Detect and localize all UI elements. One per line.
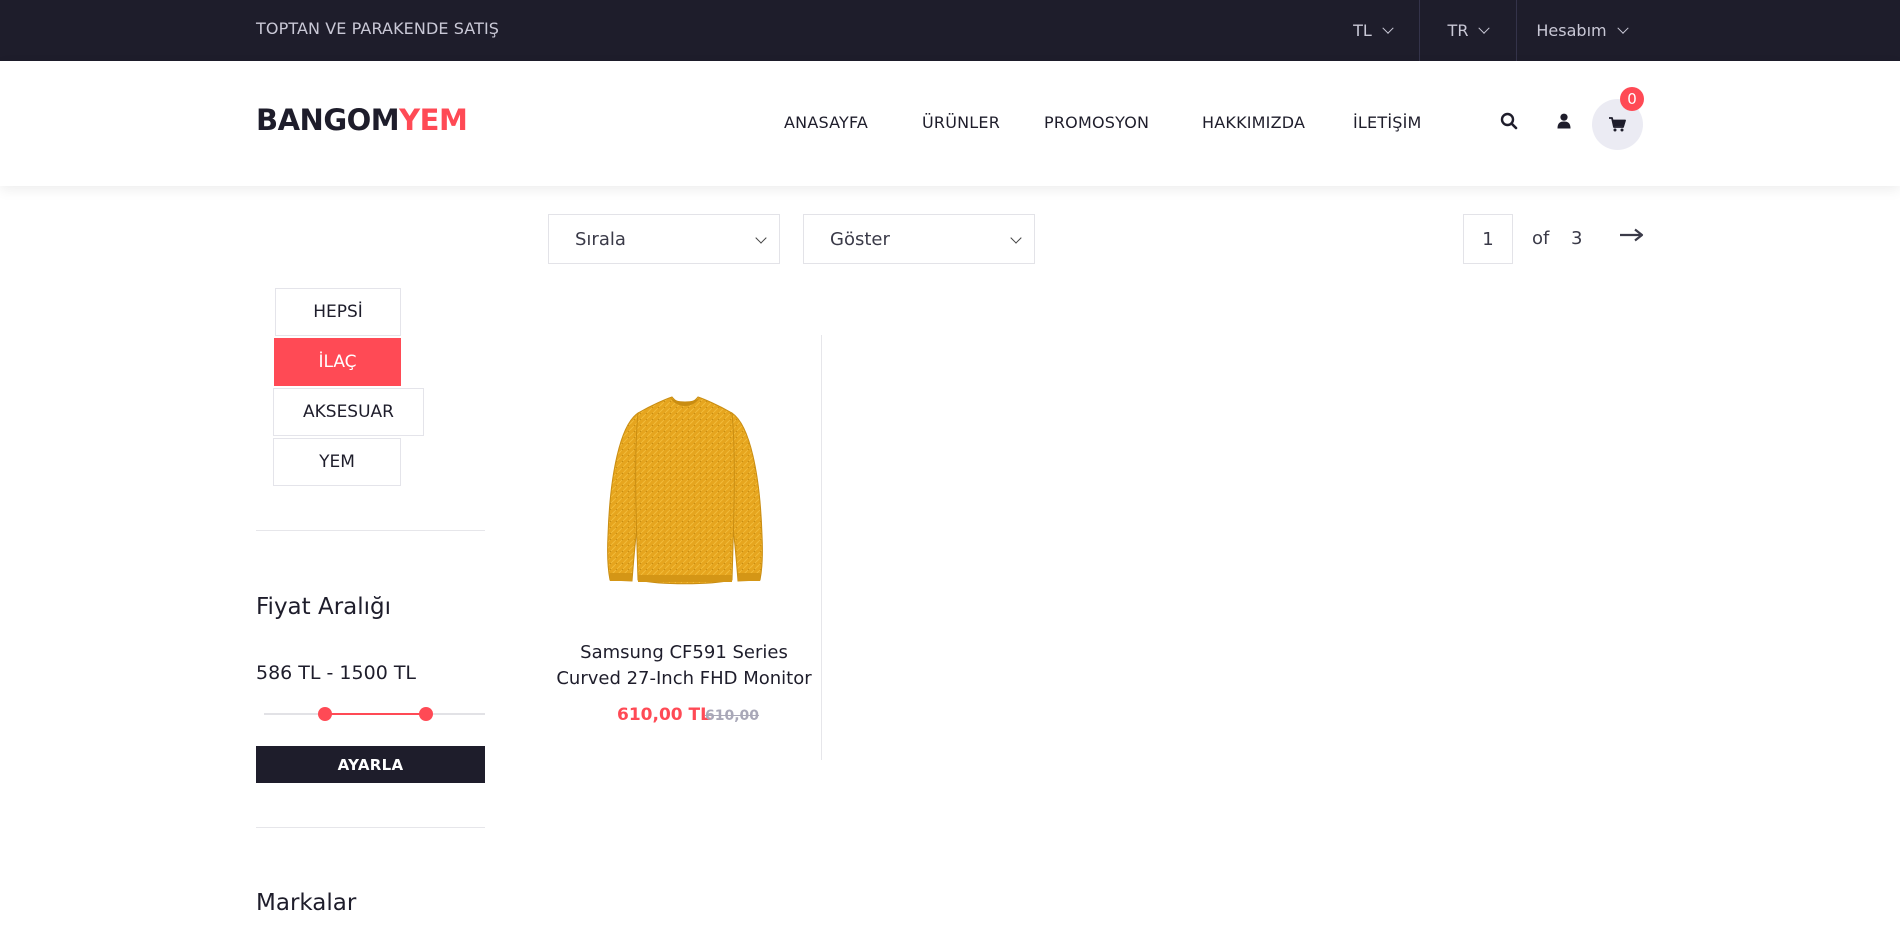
show-select-label: Göster	[830, 228, 890, 250]
search-icon[interactable]	[1494, 106, 1524, 136]
cart-icon	[1609, 117, 1626, 132]
site-logo[interactable]: BANGOMYEM	[256, 103, 468, 137]
page-of-label: of	[1532, 228, 1550, 249]
account-dropdown[interactable]: Hesabım	[1516, 0, 1646, 61]
logo-part-1: BANGOM	[256, 103, 400, 137]
logo-part-2: YEM	[399, 103, 468, 137]
show-select[interactable]: Göster	[803, 214, 1035, 264]
chevron-down-icon	[1010, 232, 1022, 244]
chevron-down-icon	[1616, 22, 1629, 34]
nav-item-promotion[interactable]: PROMOSYON	[1044, 113, 1149, 132]
apply-price-button[interactable]: AYARLA	[256, 746, 485, 783]
nav-item-about[interactable]: HAKKIMIZDA	[1202, 113, 1305, 132]
total-pages: 3	[1571, 228, 1583, 249]
product-image[interactable]	[600, 385, 770, 599]
account-label: Hesabım	[1536, 21, 1607, 40]
nav-item-contact[interactable]: İLETİŞİM	[1353, 113, 1422, 132]
top-bar: TOPTAN VE PARAKENDE SATIŞ TL TR Hesabım	[0, 0, 1900, 61]
price-slider-max-handle[interactable]	[419, 707, 433, 721]
category-feed-button[interactable]: YEM	[273, 438, 401, 486]
next-page-arrow-icon[interactable]	[1620, 227, 1644, 246]
sidebar-divider	[256, 530, 485, 531]
product-card-divider	[821, 335, 822, 760]
nav-item-products[interactable]: ÜRÜNLER	[922, 113, 1000, 132]
currency-dropdown[interactable]: TL	[1326, 0, 1419, 61]
sort-select[interactable]: Sırala	[548, 214, 780, 264]
category-medicine-button[interactable]: İLAÇ	[274, 338, 401, 386]
main-header: BANGOMYEM ANASAYFA ÜRÜNLER PROMOSYON HAK…	[0, 61, 1900, 186]
chevron-down-icon	[755, 232, 767, 244]
product-price: 610,00 TL	[617, 705, 711, 725]
chevron-down-icon	[1382, 22, 1394, 34]
cart-count-badge: 0	[1620, 87, 1644, 111]
sort-select-label: Sırala	[575, 228, 626, 250]
price-slider-range	[325, 713, 426, 715]
price-slider-min-handle[interactable]	[318, 707, 332, 721]
product-old-price: 610,00	[705, 708, 760, 724]
page-number-input[interactable]: 1	[1463, 214, 1513, 264]
chevron-down-icon	[1478, 22, 1491, 34]
top-bar-tagline: TOPTAN VE PARAKENDE SATIŞ	[256, 19, 500, 38]
category-all-button[interactable]: HEPSİ	[275, 288, 401, 336]
category-accessory-button[interactable]: AKSESUAR	[273, 388, 424, 436]
brands-title: Markalar	[256, 890, 357, 916]
price-range-title: Fiyat Aralığı	[256, 594, 392, 620]
language-label: TR	[1447, 21, 1469, 40]
product-name[interactable]: Samsung CF591 Series Curved 27-Inch FHD …	[548, 640, 820, 692]
nav-item-home[interactable]: ANASAYFA	[784, 113, 868, 132]
sidebar-divider	[256, 827, 485, 828]
price-range-value: 586 TL - 1500 TL	[256, 662, 417, 684]
currency-label: TL	[1353, 21, 1372, 40]
language-dropdown[interactable]: TR	[1419, 0, 1516, 61]
user-icon[interactable]	[1549, 106, 1579, 136]
